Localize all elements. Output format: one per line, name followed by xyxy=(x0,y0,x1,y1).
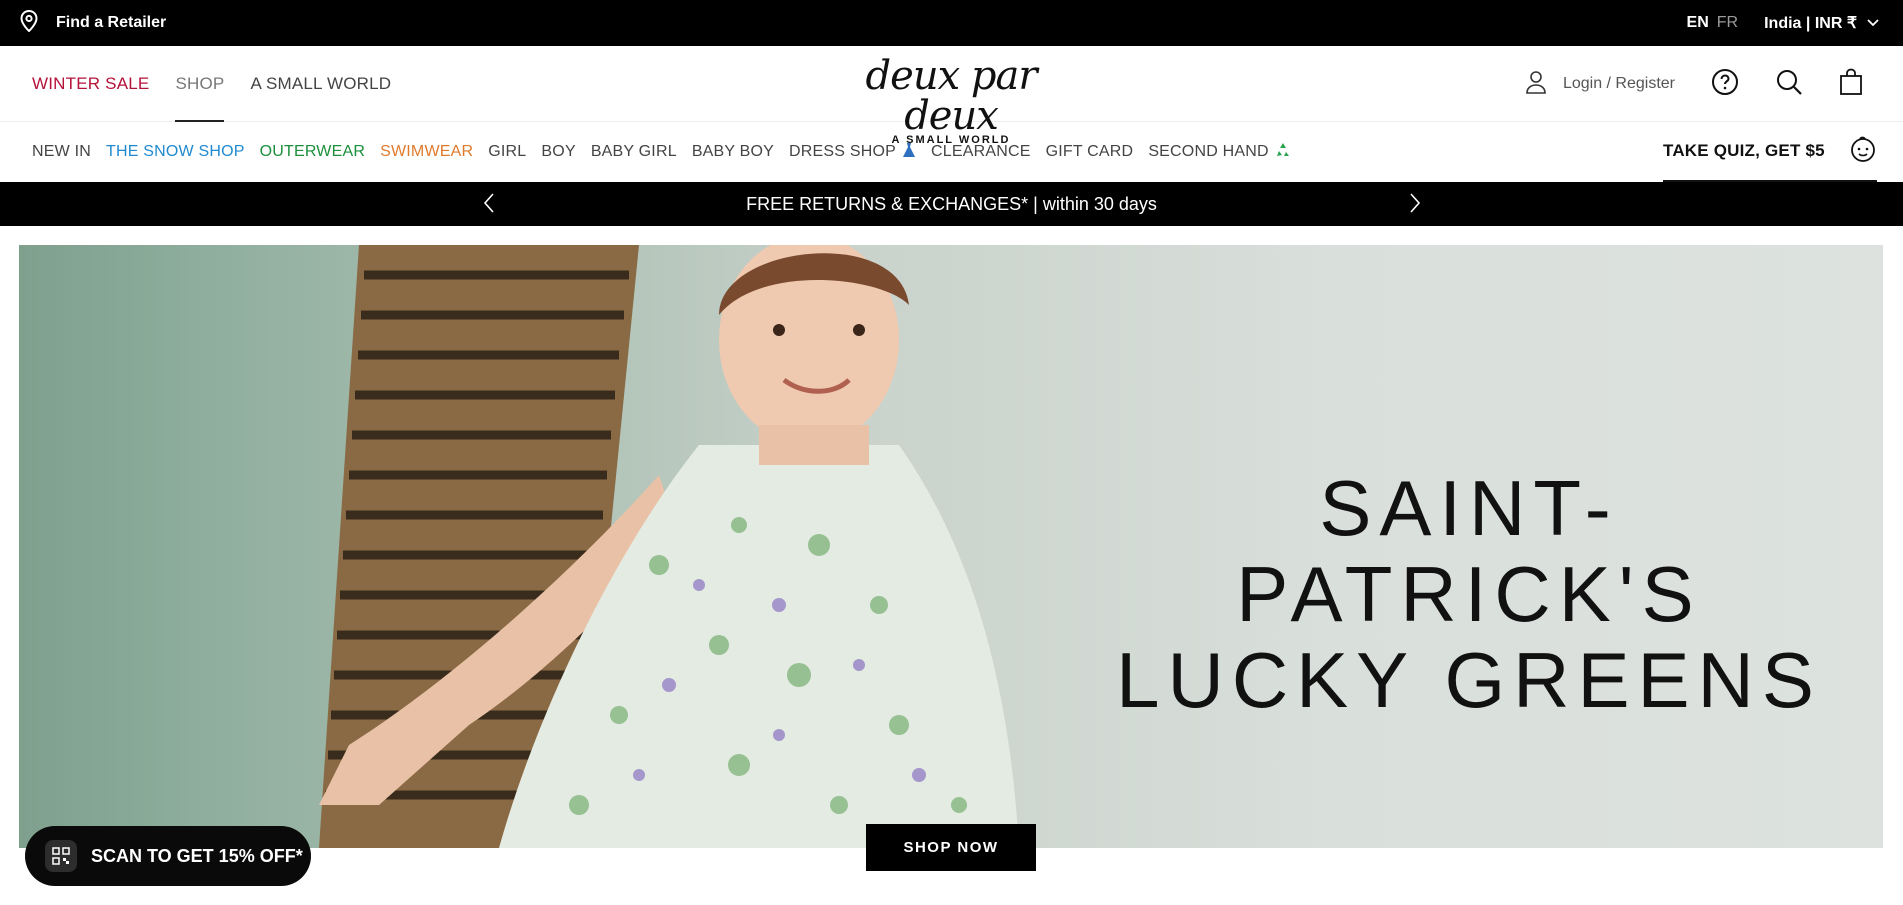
cat-label: SECOND HAND xyxy=(1148,143,1269,160)
search-icon[interactable] xyxy=(1775,68,1803,101)
main-nav: WINTER SALE SHOP A SMALL WORLD xyxy=(32,46,391,122)
region-label: India | INR ₹ xyxy=(1764,15,1857,32)
scan-label: SCAN TO GET 15% OFF* xyxy=(91,845,303,866)
cat-label: BABY BOY xyxy=(691,143,775,160)
cat-new-in[interactable]: NEW IN xyxy=(32,143,91,161)
cat-label: DRESS SHOP xyxy=(789,143,896,160)
lang-en[interactable]: EN xyxy=(1687,14,1709,32)
cat-dress-shop[interactable]: DRESS SHOP xyxy=(789,142,916,163)
cat-baby-girl[interactable]: BABY GIRL xyxy=(591,143,677,161)
cat-label: GIFT CARD xyxy=(1045,143,1134,160)
cat-label: SWIMWEAR xyxy=(380,143,474,160)
cat-snow-shop[interactable]: THE SNOW SHOP xyxy=(106,143,245,161)
login-register-link[interactable]: Login / Register xyxy=(1525,70,1675,99)
cat-label: NEW IN xyxy=(32,143,91,160)
find-retailer-label: Find a Retailer xyxy=(56,14,167,31)
brand-logo[interactable]: deux par deux A SMALL WORLD xyxy=(836,56,1066,146)
language-switcher: EN FR xyxy=(1687,14,1739,32)
hero-headline: SAINT-PATRICK'S LUCKY GREENS xyxy=(1109,465,1829,723)
qr-icon xyxy=(45,840,77,872)
cat-label: BOY xyxy=(541,143,576,160)
login-label: Login / Register xyxy=(1562,75,1675,92)
cat-girl[interactable]: GIRL xyxy=(488,143,526,161)
main-header: WINTER SALE SHOP A SMALL WORLD deux par … xyxy=(0,46,1903,146)
lang-fr[interactable]: FR xyxy=(1717,14,1738,32)
cat-label: THE SNOW SHOP xyxy=(105,143,245,160)
nav-winter-sale[interactable]: WINTER SALE xyxy=(32,46,149,122)
location-pin-icon xyxy=(20,9,38,37)
cat-baby-boy[interactable]: BABY BOY xyxy=(692,143,774,161)
hero-line-2: LUCKY GREENS xyxy=(1116,636,1822,724)
chevron-left-icon[interactable] xyxy=(482,192,496,219)
baby-face-icon xyxy=(1849,135,1877,168)
bag-icon[interactable] xyxy=(1839,68,1863,101)
cat-label: BABY GIRL xyxy=(590,143,677,160)
chevron-right-icon[interactable] xyxy=(1408,192,1422,219)
category-nav: NEW IN THE SNOW SHOP OUTERWEAR SWIMWEAR … xyxy=(0,122,1903,182)
hero-line-1: SAINT-PATRICK'S xyxy=(1236,464,1702,638)
cat-label: GIRL xyxy=(488,143,527,160)
take-quiz-button[interactable]: TAKE QUIZ, GET $5 xyxy=(1663,122,1877,182)
dress-icon xyxy=(902,142,916,163)
user-icon xyxy=(1525,70,1547,99)
cat-second-hand[interactable]: SECOND HAND xyxy=(1148,142,1290,163)
cat-boy[interactable]: BOY xyxy=(541,143,575,161)
cat-gift-card[interactable]: GIFT CARD xyxy=(1046,143,1134,161)
cat-outerwear[interactable]: OUTERWEAR xyxy=(260,143,366,161)
region-selector[interactable]: India | INR ₹ xyxy=(1764,13,1879,33)
cat-clearance[interactable]: CLEARANCE xyxy=(931,143,1031,161)
nav-shop[interactable]: SHOP xyxy=(175,46,225,122)
scan-discount-badge[interactable]: SCAN TO GET 15% OFF* xyxy=(25,826,311,886)
help-icon[interactable] xyxy=(1711,68,1739,101)
quiz-label: TAKE QUIZ, GET $5 xyxy=(1663,141,1825,160)
chevron-down-icon xyxy=(1867,14,1879,32)
cat-label: CLEARANCE xyxy=(930,143,1031,160)
find-retailer-link[interactable]: Find a Retailer xyxy=(20,9,167,37)
cat-swimwear[interactable]: SWIMWEAR xyxy=(380,143,473,161)
nav-small-world[interactable]: A SMALL WORLD xyxy=(250,46,391,122)
hero-photo xyxy=(319,245,1019,848)
promo-bar: FREE RETURNS & EXCHANGES* | within 30 da… xyxy=(0,182,1903,226)
recycle-icon xyxy=(1275,142,1291,163)
promo-text: FREE RETURNS & EXCHANGES* | within 30 da… xyxy=(746,193,1157,214)
cat-label: OUTERWEAR xyxy=(259,143,366,160)
utility-bar: Find a Retailer EN FR India | INR ₹ xyxy=(0,0,1903,46)
hero-banner[interactable]: SAINT-PATRICK'S LUCKY GREENS xyxy=(19,245,1883,848)
shop-now-button[interactable]: SHOP NOW xyxy=(866,824,1036,871)
